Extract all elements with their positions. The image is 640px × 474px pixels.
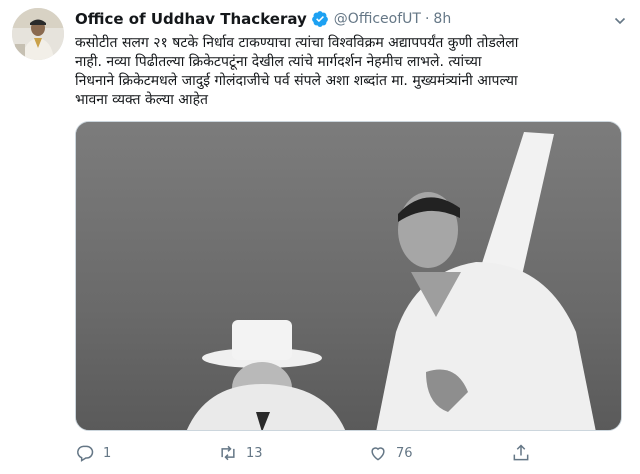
- tweet-actions: 1 13 76: [75, 441, 620, 465]
- avatar[interactable]: [12, 8, 64, 60]
- tweet-card[interactable]: Office of Uddhav Thackeray @OfficeofUT ·…: [0, 0, 640, 474]
- tweet-photo[interactable]: [75, 121, 622, 431]
- like-button[interactable]: 76: [368, 443, 413, 463]
- header-separator: ·: [424, 11, 430, 27]
- avatar-image: [12, 8, 64, 60]
- heart-icon: [371, 447, 385, 461]
- cricket-photo-image: [76, 122, 621, 430]
- reply-button[interactable]: 1: [75, 443, 111, 463]
- verified-badge-icon: [311, 10, 329, 28]
- chevron-down-icon[interactable]: [614, 12, 626, 25]
- reply-count: 1: [103, 445, 112, 461]
- share-icon: [513, 444, 529, 461]
- author-name[interactable]: Office of Uddhav Thackeray: [75, 10, 307, 28]
- reply-icon: [77, 445, 94, 462]
- retweet-count: 13: [246, 445, 263, 461]
- tweet-text-line: भावना व्यक्त केल्या आहेत: [75, 92, 209, 108]
- share-button[interactable]: [511, 443, 539, 463]
- author-handle[interactable]: @OfficeofUT: [334, 11, 421, 27]
- tweet-text: कसोटीत सलग २१ षटके निर्धाव टाकण्याचा त्य…: [75, 34, 615, 110]
- tweet-text-line: नाही. नव्या पिढीतल्या क्रिकेटपटूंना देखी…: [75, 54, 482, 70]
- tweet-text-line: कसोटीत सलग २१ षटके निर्धाव टाकण्याचा त्य…: [75, 35, 519, 51]
- retweet-icon: [221, 445, 235, 461]
- retweet-button[interactable]: 13: [218, 443, 263, 463]
- like-count: 76: [396, 445, 413, 461]
- tweet-timestamp[interactable]: 8h: [433, 11, 451, 27]
- tweet-header: Office of Uddhav Thackeray @OfficeofUT ·…: [75, 9, 451, 29]
- tweet-text-line: निधनाने क्रिकेटमधले जादुई गोलंदाजीचे पर्…: [75, 73, 518, 89]
